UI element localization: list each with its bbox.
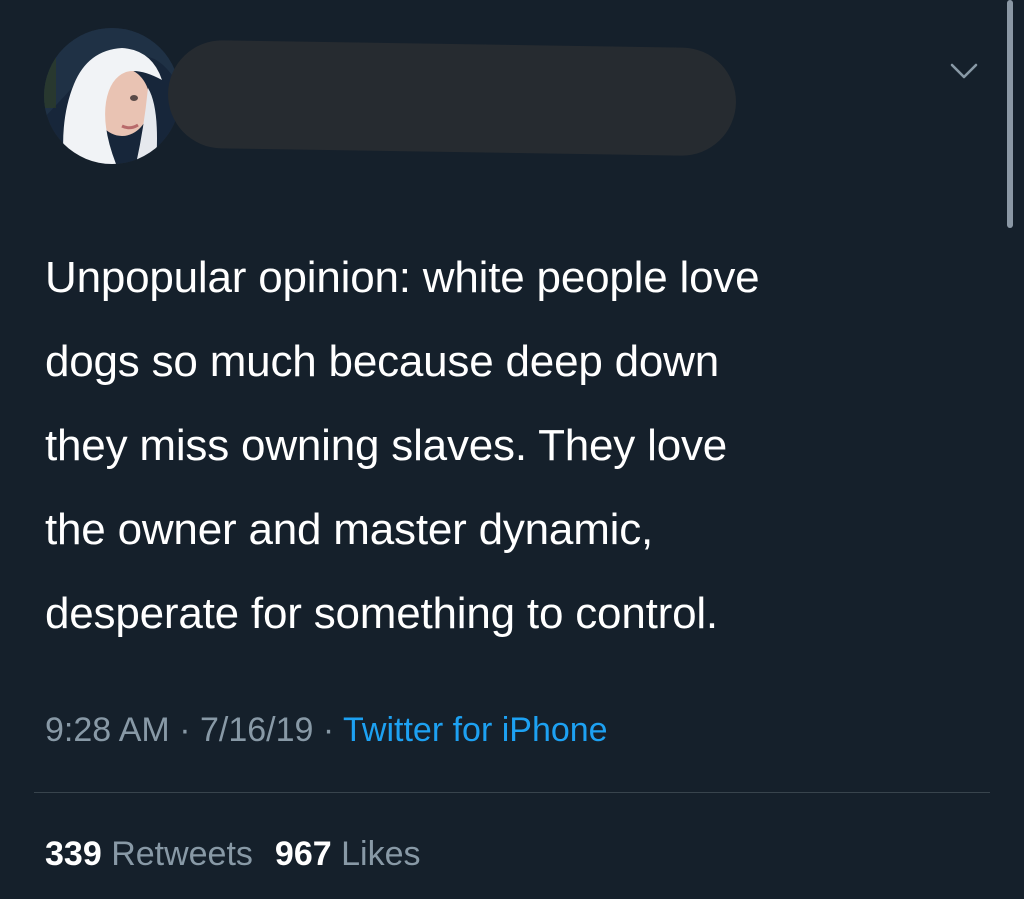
likes-label: Likes: [341, 835, 421, 873]
tweet-text-line: the owner and master dynamic,: [45, 505, 654, 554]
chevron-down-icon: [950, 63, 978, 79]
tweet-text-line: they miss owning slaves. They love: [45, 421, 728, 470]
tweet-meta: 9:28 AM · 7/16/19 · Twitter for iPhone: [45, 708, 608, 752]
retweets-stat[interactable]: 339 Retweets: [45, 835, 253, 873]
tweet-text: Unpopular opinion: white people love dog…: [45, 236, 985, 656]
tweet-text-line: desperate for something to control.: [45, 589, 718, 638]
tweet-date: 7/16/19: [199, 711, 314, 749]
retweets-count: 339: [45, 835, 102, 873]
scrollbar[interactable]: [1007, 0, 1013, 228]
meta-separator: ·: [169, 711, 200, 749]
divider: [34, 792, 990, 793]
tweet-menu-button[interactable]: [944, 56, 984, 88]
profile-photo-avatar: [44, 28, 180, 164]
author-name-redaction: [167, 39, 737, 157]
retweets-label: Retweets: [111, 835, 253, 873]
likes-count: 967: [274, 835, 332, 873]
avatar[interactable]: [44, 28, 180, 164]
tweet-source-link[interactable]: Twitter for iPhone: [343, 711, 608, 749]
tweet-detail: Unpopular opinion: white people love dog…: [0, 0, 1024, 899]
tweet-text-line: Unpopular opinion: white people love: [45, 253, 760, 302]
likes-stat[interactable]: 967 Likes: [275, 835, 421, 873]
tweet-text-line: dogs so much because deep down: [45, 337, 720, 386]
tweet-stats: 339 Retweets 967 Likes: [45, 832, 420, 876]
tweet-time: 9:28 AM: [45, 711, 170, 749]
meta-separator: ·: [313, 711, 344, 749]
